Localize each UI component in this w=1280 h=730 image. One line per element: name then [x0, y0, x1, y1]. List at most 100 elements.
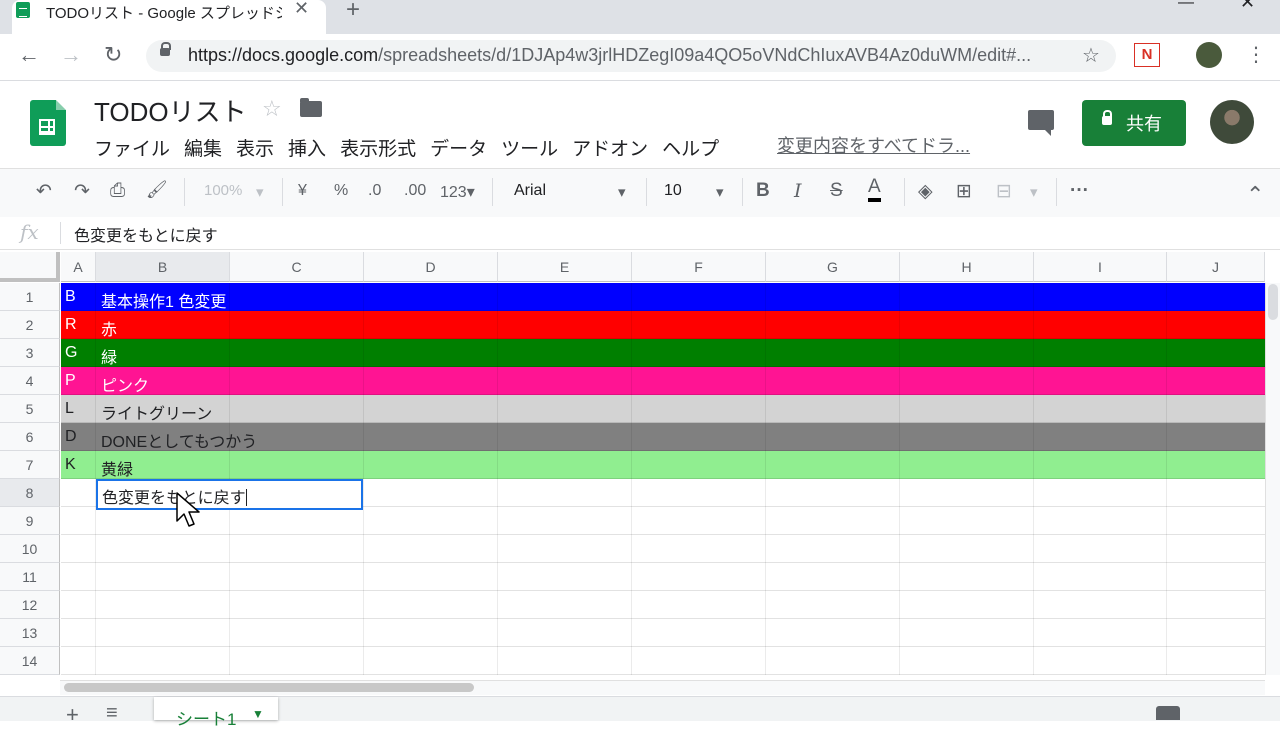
merge-dropdown-icon[interactable]: ▾: [1030, 183, 1038, 201]
last-edit-link[interactable]: 変更内容をすべてドラ...: [777, 132, 970, 158]
row-header[interactable]: 6: [0, 423, 60, 451]
menu-file[interactable]: ファイル: [94, 139, 170, 160]
text-color-button[interactable]: A: [868, 176, 881, 202]
active-cell-editor[interactable]: 色変更をもとに戻す: [96, 479, 363, 510]
font-size-dropdown-icon[interactable]: ▾: [716, 183, 724, 201]
browser-profile-avatar[interactable]: [1196, 42, 1222, 68]
row-header[interactable]: 8: [0, 479, 60, 507]
cell-a[interactable]: K: [65, 456, 76, 474]
sheet-row[interactable]: B 基本操作1 色変更: [61, 283, 1265, 311]
column-header-g[interactable]: G: [766, 252, 900, 282]
sheet-row[interactable]: [61, 647, 1265, 675]
menu-view[interactable]: 表示: [236, 139, 274, 160]
column-header-c[interactable]: C: [230, 252, 364, 282]
row-header[interactable]: 7: [0, 451, 60, 479]
cell-a[interactable]: R: [65, 316, 77, 334]
cell-b[interactable]: 黄緑: [101, 456, 133, 480]
column-header-h[interactable]: H: [900, 252, 1034, 282]
decrease-decimal-button[interactable]: .0: [368, 182, 381, 200]
cell-b[interactable]: 基本操作1 色変更: [101, 288, 226, 312]
zoom-select[interactable]: 100%: [204, 182, 242, 199]
column-header-e[interactable]: E: [498, 252, 632, 282]
tab-close-icon[interactable]: ✕: [294, 0, 309, 19]
browser-tab-title[interactable]: TODOリスト - Google スプレッドシー: [46, 2, 282, 23]
row-header[interactable]: 3: [0, 339, 60, 367]
paint-format-icon[interactable]: 🖌: [146, 180, 168, 200]
font-size-select[interactable]: 10: [664, 182, 682, 200]
menu-edit[interactable]: 編集: [184, 139, 222, 160]
cell-a[interactable]: D: [65, 428, 77, 446]
sheet-row[interactable]: D DONEとしてもつかう: [61, 423, 1265, 451]
sheet-row[interactable]: K 黄緑: [61, 451, 1265, 479]
sheet-row[interactable]: P ピンク: [61, 367, 1265, 395]
bookmark-star-icon[interactable]: ☆: [1082, 43, 1100, 68]
column-header-b[interactable]: B: [96, 252, 230, 282]
explore-icon[interactable]: [1156, 706, 1180, 720]
cell-b[interactable]: ライトグリーン: [101, 400, 212, 424]
column-header-f[interactable]: F: [632, 252, 766, 282]
back-arrow-icon[interactable]: ←: [18, 42, 40, 68]
cell-b[interactable]: DONEとしてもつかう: [101, 428, 257, 452]
share-button[interactable]: 共有: [1082, 100, 1186, 146]
row-header[interactable]: 10: [0, 535, 60, 563]
menu-insert[interactable]: 挿入: [288, 139, 326, 160]
account-avatar[interactable]: [1210, 100, 1254, 144]
row-header[interactable]: 2: [0, 311, 60, 339]
italic-button[interactable]: I: [794, 180, 802, 202]
sheet-row[interactable]: G緑: [61, 339, 1265, 367]
star-icon[interactable]: ☆: [262, 96, 282, 122]
cell-b[interactable]: ピンク: [101, 372, 149, 396]
url-text[interactable]: https://docs.google.com/spreadsheets/d/1…: [188, 45, 1054, 66]
menu-addons[interactable]: アドオン: [572, 139, 648, 160]
row-header[interactable]: 9: [0, 507, 60, 535]
menu-data[interactable]: データ: [430, 139, 487, 160]
comment-icon[interactable]: [1028, 110, 1054, 136]
sheets-logo-icon[interactable]: [30, 100, 66, 146]
redo-icon[interactable]: ↷: [74, 180, 90, 203]
sheet-row[interactable]: R赤: [61, 311, 1265, 339]
row-header[interactable]: 1: [0, 283, 60, 311]
forward-arrow-icon[interactable]: →: [60, 42, 82, 68]
column-header-j[interactable]: J: [1167, 252, 1265, 282]
percent-format-button[interactable]: %: [334, 182, 348, 200]
borders-icon[interactable]: ⊞: [956, 180, 972, 203]
select-all-corner[interactable]: [0, 252, 60, 282]
bold-button[interactable]: B: [756, 180, 770, 202]
folder-icon[interactable]: [300, 98, 322, 117]
sheet-row[interactable]: [61, 619, 1265, 647]
cell-a[interactable]: G: [65, 344, 77, 362]
collapse-menus-icon[interactable]: ⌃: [1246, 182, 1264, 208]
menu-tools[interactable]: ツール: [501, 139, 558, 160]
increase-decimal-button[interactable]: .00: [404, 182, 426, 200]
cell-a[interactable]: L: [65, 400, 74, 418]
row-header[interactable]: 13: [0, 619, 60, 647]
vertical-scroll-thumb[interactable]: [1268, 284, 1278, 320]
new-tab-button[interactable]: +: [346, 0, 360, 24]
cell-a[interactable]: P: [65, 372, 76, 390]
formula-input[interactable]: 色変更をもとに戻す: [74, 222, 218, 246]
undo-icon[interactable]: ↶: [36, 180, 52, 203]
column-header-a[interactable]: A: [61, 252, 96, 282]
strikethrough-button[interactable]: S: [830, 180, 843, 202]
fill-color-icon[interactable]: ◈: [918, 180, 933, 203]
row-header[interactable]: 14: [0, 647, 60, 675]
merge-cells-icon[interactable]: ⊟: [996, 180, 1012, 203]
column-header-d[interactable]: D: [364, 252, 498, 282]
cell-a[interactable]: B: [65, 288, 76, 306]
menu-help[interactable]: ヘルプ: [662, 139, 719, 160]
row-header[interactable]: 4: [0, 367, 60, 395]
sheet-tab-dropdown-icon[interactable]: ▼: [252, 707, 264, 721]
sheet-row[interactable]: [61, 563, 1265, 591]
font-family-select[interactable]: Arial: [514, 182, 546, 200]
zoom-dropdown-icon[interactable]: ▾: [256, 183, 264, 201]
document-title[interactable]: TODOリスト: [94, 92, 247, 129]
number-format-select[interactable]: 123▾: [440, 182, 475, 202]
extension-icon[interactable]: N: [1134, 43, 1160, 67]
row-header[interactable]: 5: [0, 395, 60, 423]
sheet-row[interactable]: L ライトグリーン: [61, 395, 1265, 423]
horizontal-scroll-thumb[interactable]: [64, 683, 474, 692]
all-sheets-menu-icon[interactable]: ≡: [106, 702, 118, 725]
print-icon[interactable]: ⎙: [110, 180, 125, 202]
cell-b[interactable]: 赤: [101, 316, 117, 340]
browser-menu-icon[interactable]: ⋮: [1246, 42, 1266, 67]
